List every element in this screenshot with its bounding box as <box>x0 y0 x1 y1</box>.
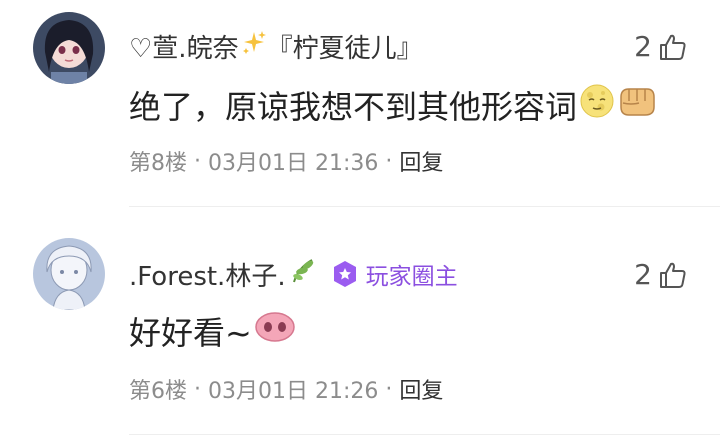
divider <box>129 206 720 207</box>
meta-separator: · <box>385 376 393 402</box>
like-count: 2 <box>634 30 652 63</box>
avatar[interactable] <box>33 238 105 310</box>
badge-label: 玩家圈主 <box>365 264 458 290</box>
divider <box>129 434 720 435</box>
comment-meta: 第6楼 · 03月01日 21:26 · 回复 <box>129 373 443 405</box>
group-owner-badge[interactable]: 玩家圈主 <box>330 257 458 291</box>
thumbs-up-icon <box>660 262 686 288</box>
floor-label: 第8楼 <box>129 151 187 176</box>
comment-item: ♡萱.皖奈 『柠夏徒儿』 2 绝了，原谅我想不到其他形容词 第8楼 · 03月0… <box>0 0 720 207</box>
shield-star-icon <box>333 261 356 287</box>
like-button[interactable]: 2 <box>634 30 688 63</box>
pig-nose-icon <box>254 311 296 351</box>
username-row: ♡萱.皖奈 『柠夏徒儿』 <box>129 28 423 64</box>
comment-meta: 第8楼 · 03月01日 21:36 · 回复 <box>129 145 443 177</box>
sparkles-icon <box>241 30 267 63</box>
username-suffix: 『柠夏徒儿』 <box>266 33 423 64</box>
fist-icon <box>617 83 657 127</box>
avatar[interactable] <box>33 12 105 84</box>
timestamp: 03月01日 21:26 <box>208 379 379 404</box>
reply-button[interactable]: 回复 <box>399 145 443 177</box>
like-count: 2 <box>634 258 652 291</box>
leaf-icon <box>288 256 318 293</box>
meta-separator: · <box>194 148 201 174</box>
comment-text: 绝了，原谅我想不到其他形容词 <box>129 82 657 128</box>
reply-button[interactable]: 回复 <box>399 373 443 405</box>
meta-separator: · <box>194 376 201 402</box>
comment-item: .Forest.林子. 玩家圈主 2 好好看~ 第6楼 · 03月01日 21:… <box>0 208 720 437</box>
thumbs-up-icon <box>660 34 686 60</box>
comment-text: 好好看~ <box>129 308 296 354</box>
like-button[interactable]: 2 <box>634 258 688 291</box>
timestamp: 03月01日 21:36 <box>208 151 379 176</box>
moon-face-icon <box>579 83 615 127</box>
meta-separator: · <box>385 148 393 174</box>
comment-body: 好好看~ <box>129 314 252 352</box>
username[interactable]: .Forest.林子. <box>129 256 286 293</box>
floor-label: 第6楼 <box>129 379 187 404</box>
username-row: .Forest.林子. 玩家圈主 <box>129 256 458 292</box>
username[interactable]: ♡萱.皖奈 <box>129 28 239 65</box>
comment-body: 绝了，原谅我想不到其他形容词 <box>129 88 578 126</box>
